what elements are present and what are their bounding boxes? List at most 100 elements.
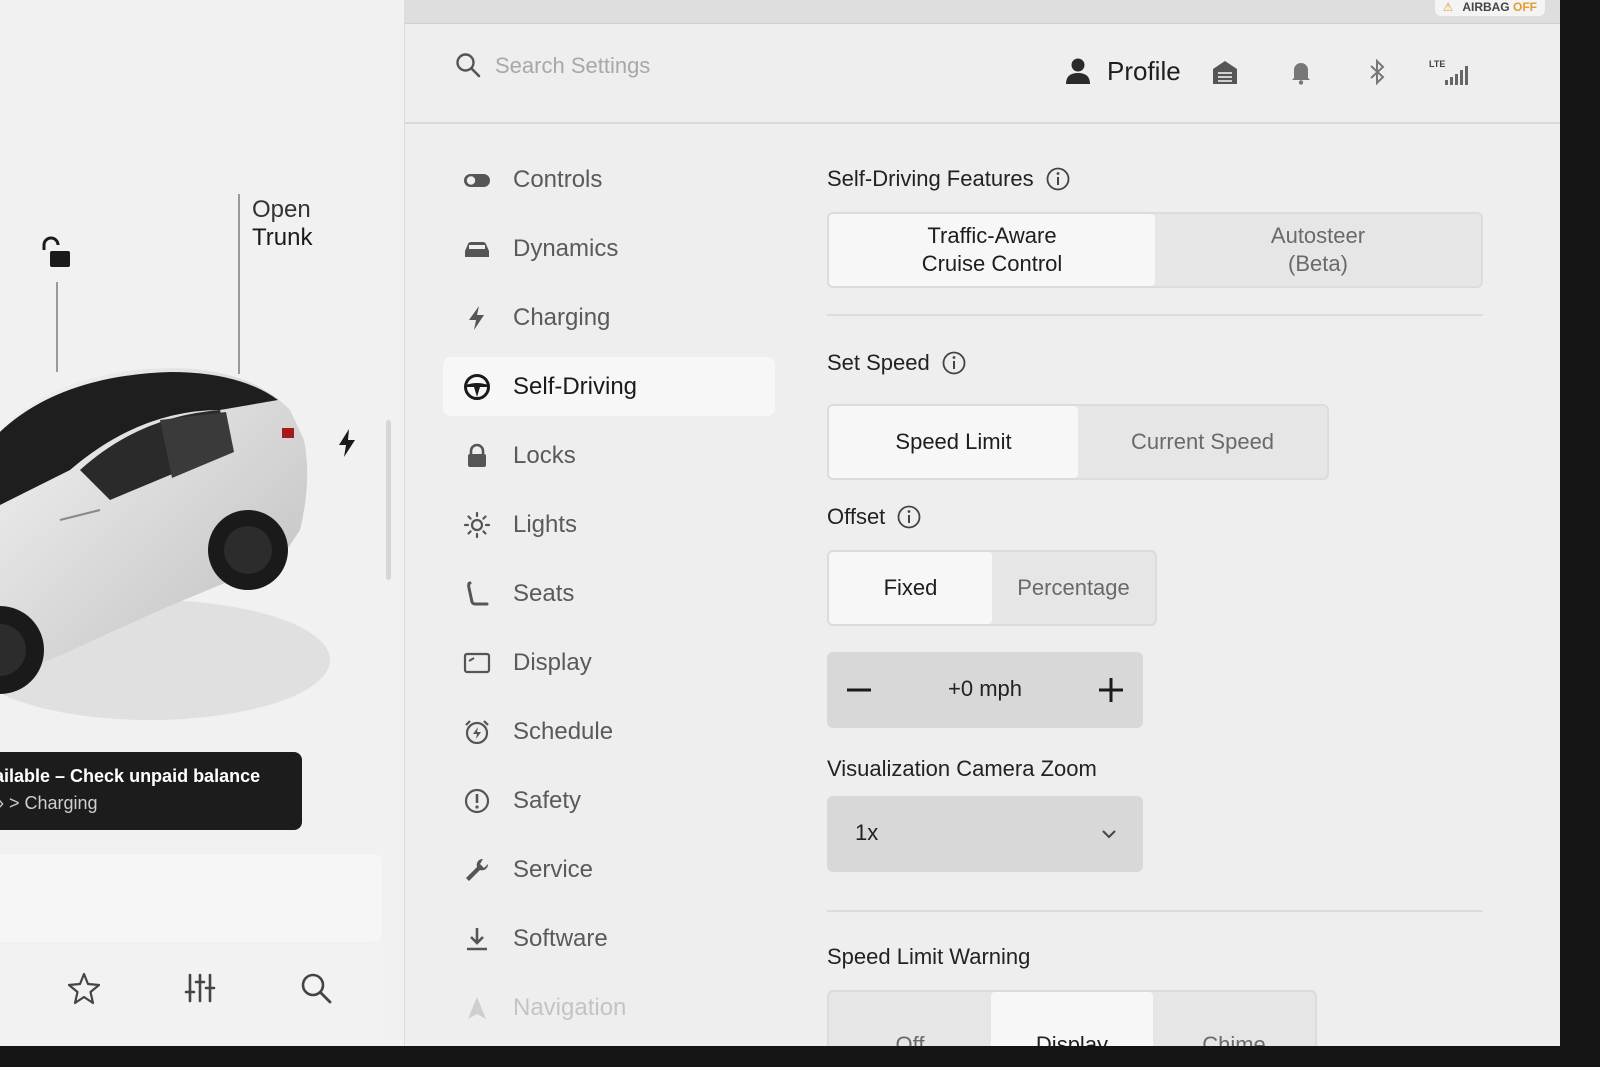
nav-item-controls[interactable]: Controls [443,150,775,209]
nav-label: Controls [513,165,603,193]
lte-signal-icon: LTE [1429,59,1468,85]
speed-limit-option[interactable]: Speed Limit [829,406,1078,478]
nav-item-schedule[interactable]: Schedule [443,702,775,761]
nav-item-locks[interactable]: Locks [443,426,775,485]
svg-text:LTE: LTE [1429,59,1445,69]
unlocked-padlock-icon[interactable] [38,236,72,270]
section-title-text: Self-Driving Features [827,166,1034,191]
navigation-arrow-icon [468,996,486,1019]
speed-limit-warning-selector: Off Display Chime [827,990,1317,1046]
section-title-text: Offset [827,504,886,529]
autosteer-beta-option[interactable]: Autosteer (Beta) [1155,214,1481,286]
wrench-icon [466,858,489,881]
nav-label: Display [513,648,592,676]
nav-item-navigation[interactable]: Navigation [443,978,775,1037]
speed-limit-warning-title: Speed Limit Warning [827,944,1030,970]
nav-item-self-driving[interactable]: Self-Driving [443,357,775,416]
alarm-clock-icon [465,719,489,744]
chevron-down-icon [1102,830,1116,839]
garage-icon[interactable] [1211,58,1239,86]
self-driving-features-title: Self-Driving Features [827,166,1070,192]
warning-chime-option[interactable]: Chime [1153,992,1315,1046]
airbag-label: AIRBAG [1462,0,1510,14]
nav-label: Navigation [513,993,627,1021]
info-icon[interactable] [1046,167,1070,191]
section-divider [827,314,1483,316]
nav-label: Lights [513,510,578,538]
info-icon[interactable] [897,505,921,529]
download-icon [467,927,487,950]
section-title-text: Visualization Camera Zoom [827,756,1097,781]
bolt-icon [469,305,484,330]
camera-zoom-value: 1x [855,820,879,845]
search-icon[interactable] [455,52,481,78]
nav-item-safety[interactable]: Safety [443,771,775,830]
lock-indicator-line [56,282,58,372]
media-player-card[interactable] [0,854,382,942]
nav-item-seats[interactable]: Seats [443,564,775,623]
fixed-option[interactable]: Fixed [829,552,992,624]
charging-notification[interactable]: ailable – Check unpaid balance › > Charg… [0,752,302,830]
car-image [0,368,330,720]
open-trunk-button[interactable]: Open Trunk [252,196,312,252]
percentage-option[interactable]: Percentage [992,552,1155,624]
search-settings-input[interactable] [495,46,895,86]
offset-title: Offset [827,504,921,530]
bottom-dock [0,944,382,1034]
self-driving-features-selector: Traffic-Aware Cruise Control Autosteer (… [827,212,1483,288]
trunk-label-line2: Trunk [252,224,313,251]
person-icon [1066,58,1090,84]
set-speed-title: Set Speed [827,350,966,376]
set-speed-selector: Speed Limit Current Speed [827,404,1329,480]
nav-label: Software [513,924,608,952]
warning-display-option[interactable]: Display [991,992,1153,1046]
profile-button[interactable]: Profile [1065,54,1181,88]
seat-icon [467,581,489,605]
nav-item-service[interactable]: Service [443,840,775,899]
current-speed-option[interactable]: Current Speed [1078,406,1327,478]
panel-scrollbar[interactable] [386,420,391,580]
nav-label: Self-Driving [513,372,638,400]
settings-nav: Controls Dynamics Charging Self-Driving … [443,150,775,1046]
alert-circle-icon [464,788,490,813]
profile-label: Profile [1107,55,1181,86]
notification-title: ailable – Check unpaid balance [0,766,261,786]
search-icon[interactable] [298,970,334,1006]
nav-label: Dynamics [513,234,619,262]
page-indicator [6,1038,45,1046]
favorite-star-icon[interactable] [66,970,102,1006]
offset-stepper: +0 mph [827,652,1143,728]
nav-item-software[interactable]: Software [443,909,775,968]
camera-zoom-dropdown[interactable]: 1x [827,796,1143,872]
nav-item-display[interactable]: Display [443,633,775,692]
nav-item-charging[interactable]: Charging [443,288,775,347]
toggle-icon [464,173,490,187]
traffic-aware-cruise-control-option[interactable]: Traffic-Aware Cruise Control [829,214,1155,286]
passenger-seat-icon: ⚠ [1442,0,1454,14]
option-label: Traffic-Aware Cruise Control [921,223,1063,276]
nav-label: Locks [513,441,576,469]
nav-label: Schedule [513,717,614,745]
bell-icon[interactable] [1287,58,1315,86]
equalizer-icon[interactable] [182,970,218,1006]
section-divider [827,910,1483,912]
display-icon [463,652,491,673]
steering-wheel-icon [464,373,490,400]
map-strip: ⚠ AIRBAG OFF [405,0,1560,24]
bluetooth-icon[interactable] [1363,58,1391,86]
option-label: Autosteer (Beta) [1270,223,1366,276]
car-icon [465,241,489,257]
info-icon[interactable] [942,351,966,375]
nav-item-dynamics[interactable]: Dynamics [443,219,775,278]
lock-icon [468,443,486,467]
notification-link: › > Charging [0,793,98,813]
settings-pane: ⚠ AIRBAG OFF Profile [404,0,1560,1046]
warning-off-option[interactable]: Off [829,992,991,1046]
nav-label: Safety [513,786,582,814]
section-title-text: Set Speed [827,350,930,375]
charge-port-bolt-icon[interactable] [336,428,358,458]
camera-zoom-title: Visualization Camera Zoom [827,756,1097,782]
nav-label: Service [513,855,594,883]
plus-icon[interactable] [1093,672,1129,708]
nav-item-lights[interactable]: Lights [443,495,775,554]
